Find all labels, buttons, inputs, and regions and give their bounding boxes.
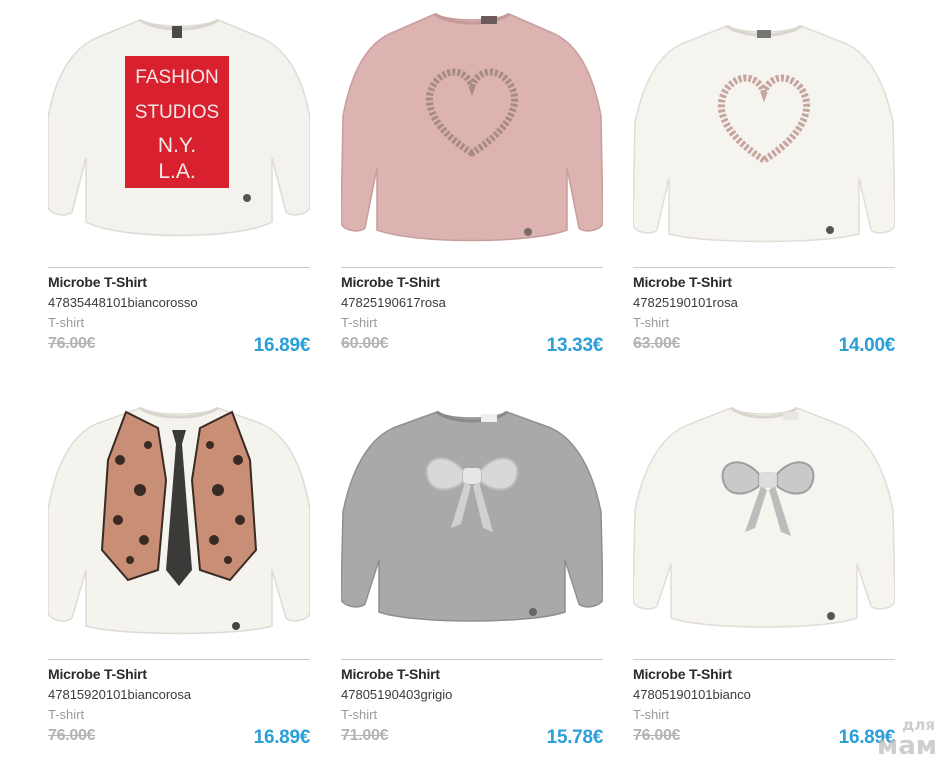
product-image-fashion-studios-shirt[interactable]: FASHION STUDIOS N.Y. L.A.: [48, 8, 310, 253]
old-price: 71.00€: [341, 727, 389, 744]
product-name[interactable]: Microbe T-Shirt: [341, 274, 440, 290]
old-price: 60.00€: [341, 335, 389, 352]
product-code: 47805190101bianco: [633, 687, 751, 702]
product-category: T-shirt: [48, 315, 85, 330]
card-divider: [48, 267, 310, 268]
product-image-white-heart-shirt[interactable]: [633, 8, 895, 253]
product-grid: FASHION STUDIOS N.Y. L.A. Microbe T-Shir…: [0, 0, 951, 777]
product-category: T-shirt: [341, 707, 378, 722]
old-price: 76.00€: [48, 727, 96, 744]
card-divider: [341, 267, 603, 268]
shirt-print-line: FASHION: [135, 67, 218, 88]
product-name[interactable]: Microbe T-Shirt: [633, 666, 732, 682]
product-name[interactable]: Microbe T-Shirt: [48, 274, 147, 290]
sale-price: 15.78€: [546, 727, 604, 748]
product-card[interactable]: Microbe T-Shirt 47825190101rosa T-shirt …: [633, 8, 895, 368]
product-image-leopard-vest-shirt[interactable]: [48, 400, 310, 645]
product-name[interactable]: Microbe T-Shirt: [633, 274, 732, 290]
product-name[interactable]: Microbe T-Shirt: [341, 666, 440, 682]
sale-price: 16.89€: [253, 727, 311, 748]
old-price: 76.00€: [48, 335, 96, 352]
card-divider: [341, 659, 603, 660]
sale-price: 13.33€: [546, 335, 604, 356]
product-card[interactable]: Microbe T-Shirt 47815920101biancorosa T-…: [48, 400, 310, 760]
watermark-line-2: мам: [876, 731, 937, 761]
shirt-print-line: L.A.: [158, 160, 195, 183]
product-image-white-bow-shirt[interactable]: [633, 400, 895, 645]
card-divider: [633, 267, 895, 268]
old-price: 63.00€: [633, 335, 681, 352]
card-divider: [633, 659, 895, 660]
product-code: 47825190101rosa: [633, 295, 738, 310]
product-card[interactable]: Microbe T-Shirt 47805190101bianco T-shir…: [633, 400, 895, 760]
site-watermark: для мам: [857, 718, 937, 770]
product-code: 47815920101biancorosa: [48, 687, 192, 702]
sale-price: 16.89€: [253, 335, 311, 356]
product-category: T-shirt: [48, 707, 85, 722]
product-code: 47805190403grigio: [341, 687, 453, 702]
shirt-print-line: N.Y.: [158, 134, 196, 157]
product-code: 47835448101biancorosso: [48, 295, 198, 310]
product-image-pink-heart-shirt[interactable]: [341, 8, 603, 253]
product-card[interactable]: FASHION STUDIOS N.Y. L.A. Microbe T-Shir…: [48, 8, 310, 368]
product-category: T-shirt: [633, 707, 670, 722]
product-code: 47825190617rosa: [341, 295, 446, 310]
product-category: T-shirt: [633, 315, 670, 330]
product-card[interactable]: Microbe T-Shirt 47805190403grigio T-shir…: [341, 400, 603, 760]
product-category: T-shirt: [341, 315, 378, 330]
shirt-print-line: STUDIOS: [135, 102, 219, 123]
product-name[interactable]: Microbe T-Shirt: [48, 666, 147, 682]
sale-price: 14.00€: [838, 335, 896, 356]
old-price: 76.00€: [633, 727, 681, 744]
product-card[interactable]: Microbe T-Shirt 47825190617rosa T-shirt …: [341, 8, 603, 368]
card-divider: [48, 659, 310, 660]
product-image-grey-bow-shirt[interactable]: [341, 400, 603, 645]
